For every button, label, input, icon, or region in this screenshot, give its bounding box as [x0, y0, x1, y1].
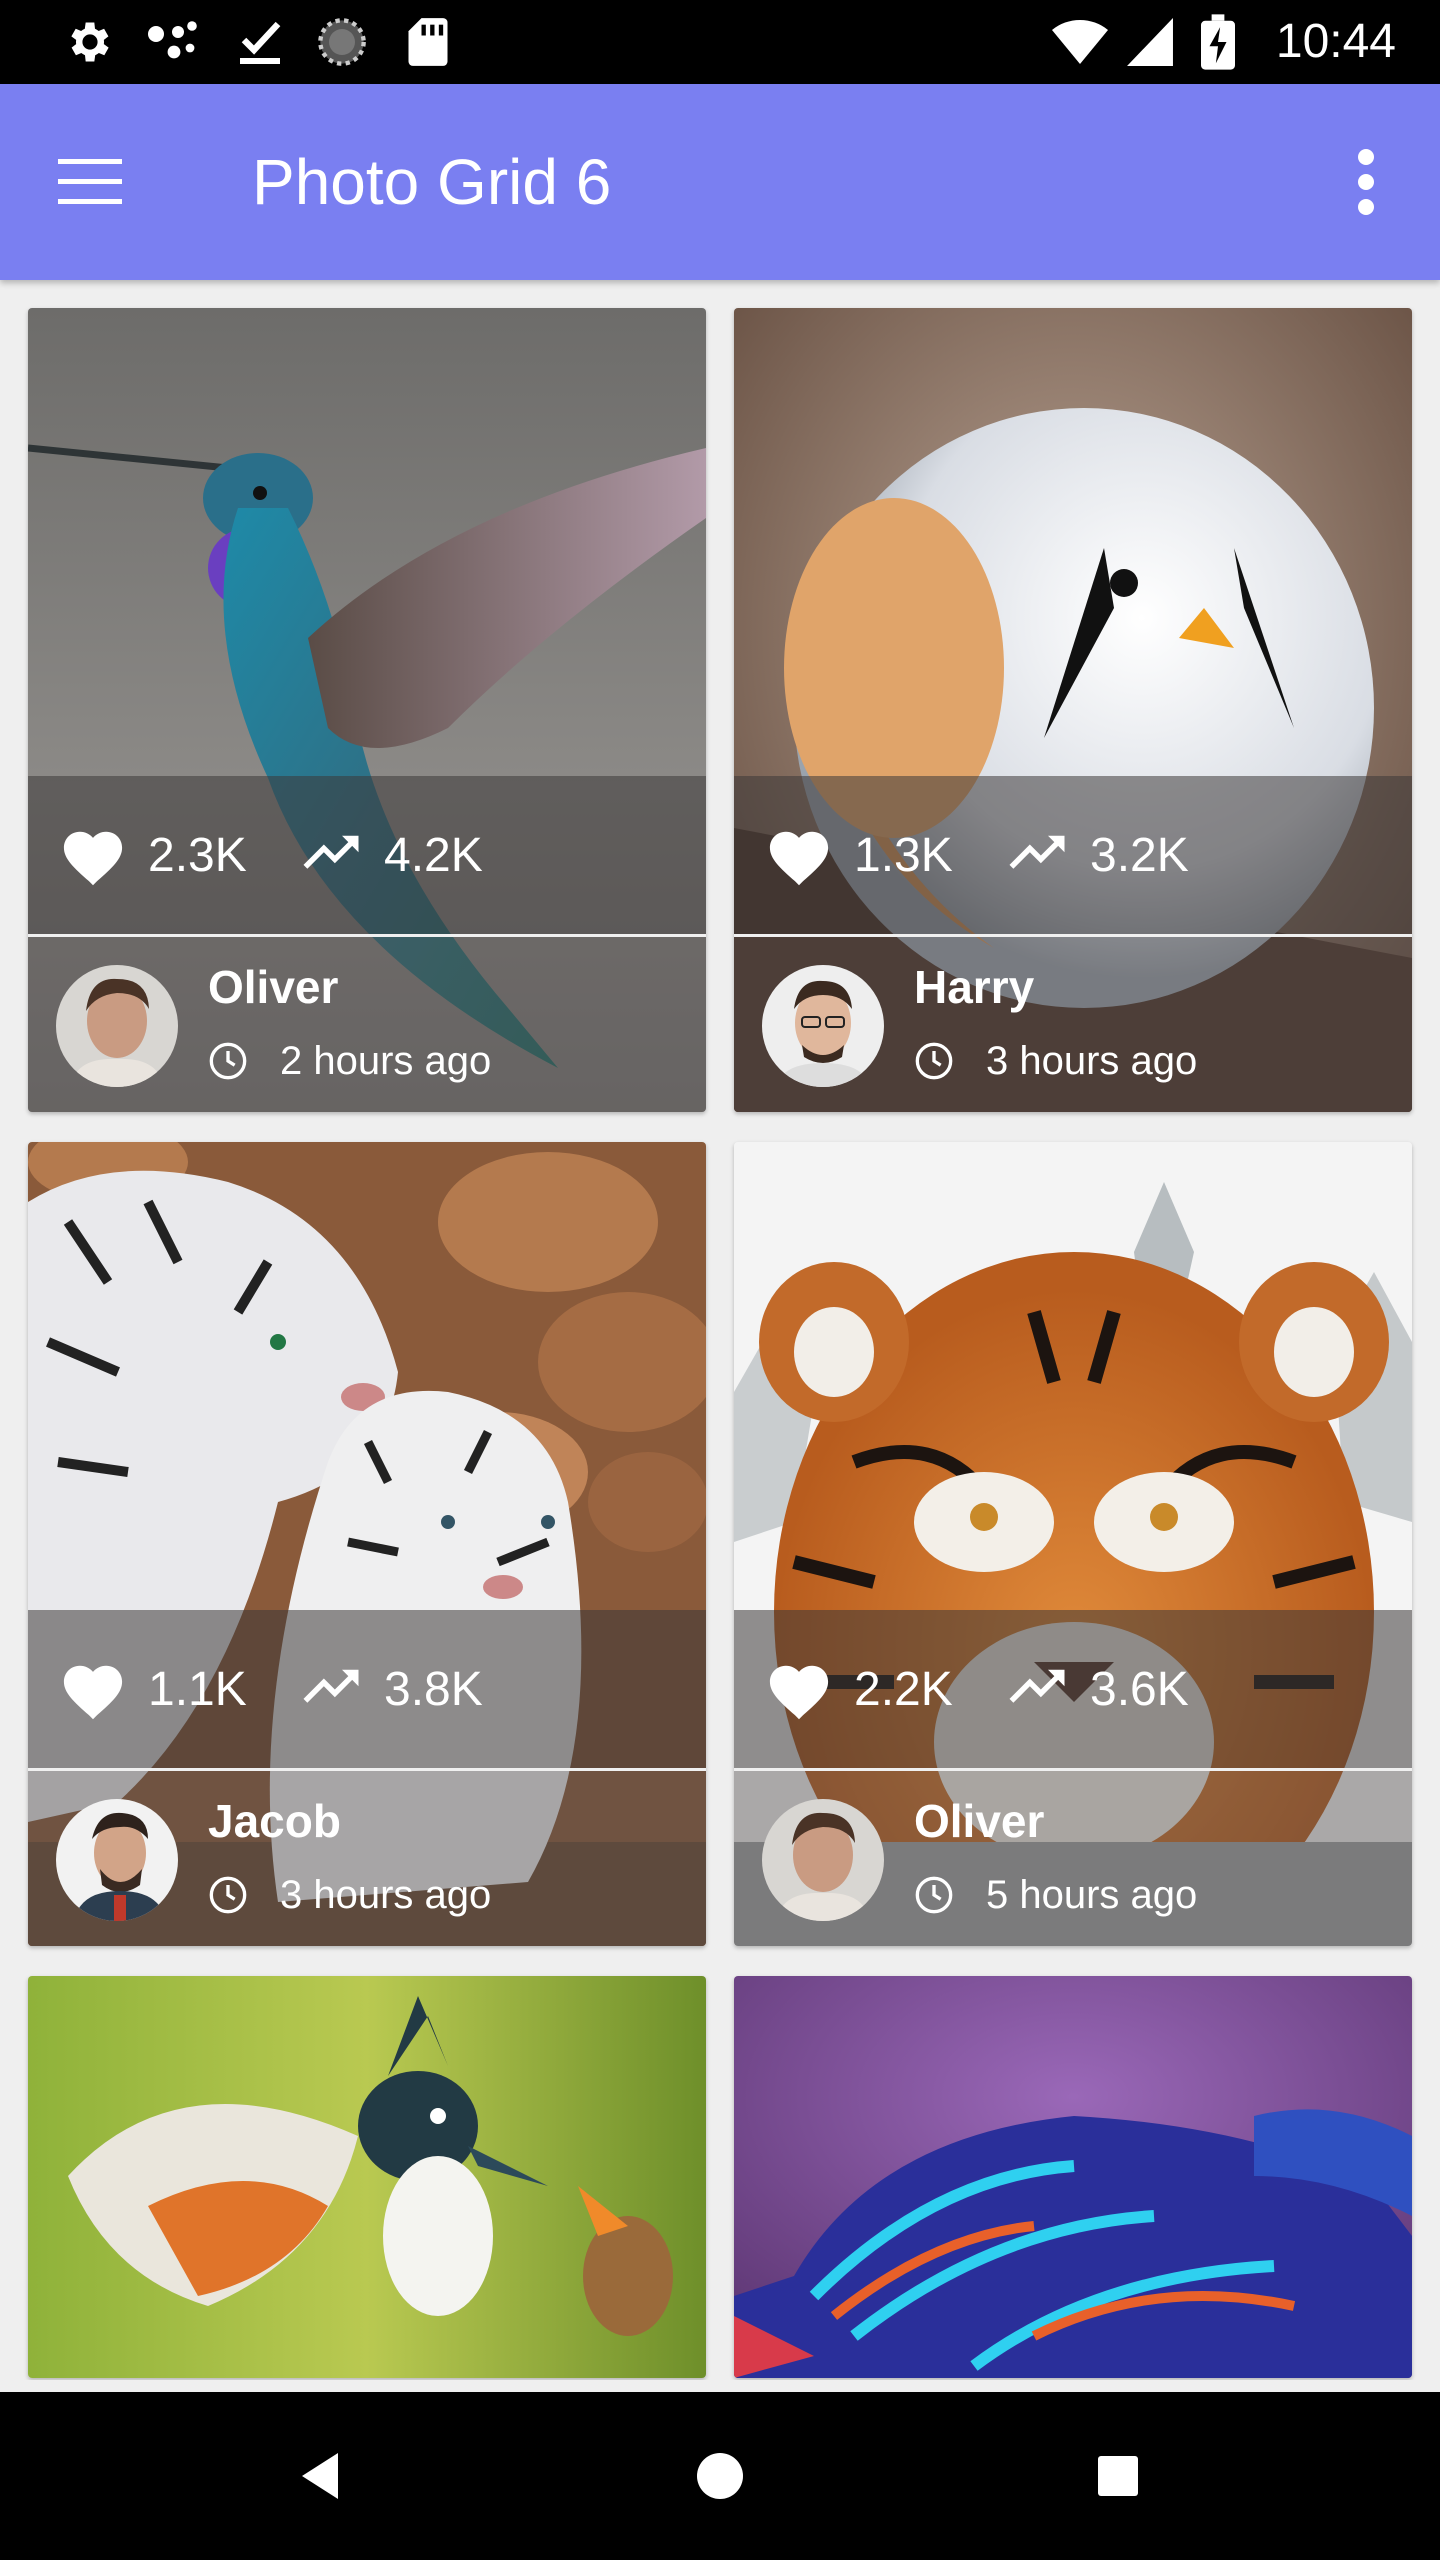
photo-card[interactable]: 1.1K 3.8K Jacob 3 hours ago	[28, 1142, 706, 1946]
spinner-icon	[314, 14, 370, 70]
navigation-bar	[0, 2392, 1440, 2560]
photo-card[interactable]: 1.3K 3.2K Harry 3 hours ago	[734, 308, 1412, 1112]
recents-icon[interactable]	[1068, 2426, 1168, 2526]
trend-stat[interactable]: 4.2K	[298, 820, 483, 890]
photo-card[interactable]: 2.2K 3.6K Oliver 5 hours ago	[734, 1142, 1412, 1946]
status-time: 10:44	[1275, 15, 1396, 68]
photo-mandarin-fish	[734, 1976, 1412, 2378]
likes-stat[interactable]: 2.2K	[764, 1654, 953, 1724]
photo-card[interactable]	[28, 1976, 706, 2378]
download-done-icon	[232, 14, 288, 70]
app-bar: Photo Grid 6	[0, 84, 1440, 280]
likes-stat[interactable]: 1.1K	[58, 1654, 247, 1724]
clock-icon	[209, 1876, 247, 1914]
avatar[interactable]	[762, 965, 884, 1087]
gear-icon	[62, 14, 118, 70]
avatar[interactable]	[56, 1799, 178, 1921]
battery-charging-icon	[1190, 14, 1246, 70]
photo-card[interactable]	[734, 1976, 1412, 2378]
avatar[interactable]	[56, 965, 178, 1087]
signal-icon	[1122, 14, 1178, 70]
stats-overlay: 2.2K 3.6K	[734, 1610, 1412, 1768]
author-name: Harry	[914, 961, 1035, 1013]
time-row: 3 hours ago	[914, 1033, 1197, 1089]
home-icon[interactable]	[670, 2426, 770, 2526]
trending-up-icon	[1009, 1669, 1065, 1703]
trend-stat[interactable]: 3.8K	[298, 1654, 483, 1724]
stats-overlay: 1.3K 3.2K	[734, 776, 1412, 934]
likes-count: 2.3K	[148, 828, 247, 882]
trend-stat[interactable]: 3.2K	[1004, 820, 1189, 890]
author-overlay: Oliver 5 hours ago	[734, 1771, 1412, 1946]
clock-icon	[209, 1042, 247, 1080]
likes-count: 1.1K	[148, 1662, 247, 1716]
trend-count: 3.6K	[1090, 1662, 1189, 1716]
trend-count: 3.8K	[384, 1662, 483, 1716]
clock-icon	[915, 1042, 953, 1080]
author-name: Oliver	[914, 1795, 1045, 1847]
post-time: 5 hours ago	[986, 1872, 1198, 1917]
likes-count: 2.2K	[854, 1662, 953, 1716]
author-name: Oliver	[208, 961, 339, 1013]
author-name: Jacob	[208, 1795, 341, 1847]
photo-exotic-bird	[28, 1976, 706, 2378]
trending-up-icon	[1009, 835, 1065, 869]
more-vertical-icon[interactable]	[1316, 132, 1416, 232]
photo-card[interactable]: 2.3K 4.2K Oliver 2 hours ago	[28, 308, 706, 1112]
sd-card-icon	[400, 14, 456, 70]
time-row: 2 hours ago	[208, 1033, 491, 1089]
heart-icon	[63, 1665, 123, 1720]
post-time: 2 hours ago	[280, 1038, 492, 1083]
post-time: 3 hours ago	[280, 1872, 492, 1917]
wifi-icon	[1052, 14, 1108, 70]
avatar[interactable]	[762, 1799, 884, 1921]
trend-count: 4.2K	[384, 828, 483, 882]
dots-icon	[146, 14, 202, 70]
trending-up-icon	[303, 835, 359, 869]
heart-icon	[769, 1665, 829, 1720]
status-bar: 10:44	[0, 0, 1440, 84]
author-overlay: Jacob 3 hours ago	[28, 1771, 706, 1946]
author-overlay: Oliver 2 hours ago	[28, 937, 706, 1112]
page-title: Photo Grid 6	[252, 146, 612, 218]
likes-count: 1.3K	[854, 828, 953, 882]
trend-stat[interactable]: 3.6K	[1004, 1654, 1189, 1724]
photo-grid: 2.3K 4.2K Oliver 2 hours ago 1.3K 3.2K H…	[0, 280, 1440, 2380]
stats-overlay: 2.3K 4.2K	[28, 776, 706, 934]
hamburger-menu-icon[interactable]	[40, 132, 140, 232]
stats-overlay: 1.1K 3.8K	[28, 1610, 706, 1768]
heart-icon	[63, 831, 123, 886]
trend-count: 3.2K	[1090, 828, 1189, 882]
author-overlay: Harry 3 hours ago	[734, 937, 1412, 1112]
post-time: 3 hours ago	[986, 1038, 1198, 1083]
time-row: 3 hours ago	[208, 1867, 491, 1923]
heart-icon	[769, 831, 829, 886]
clock-icon	[915, 1876, 953, 1914]
trending-up-icon	[303, 1669, 359, 1703]
likes-stat[interactable]: 2.3K	[58, 820, 247, 890]
time-row: 5 hours ago	[914, 1867, 1197, 1923]
likes-stat[interactable]: 1.3K	[764, 820, 953, 890]
back-icon[interactable]	[270, 2426, 370, 2526]
